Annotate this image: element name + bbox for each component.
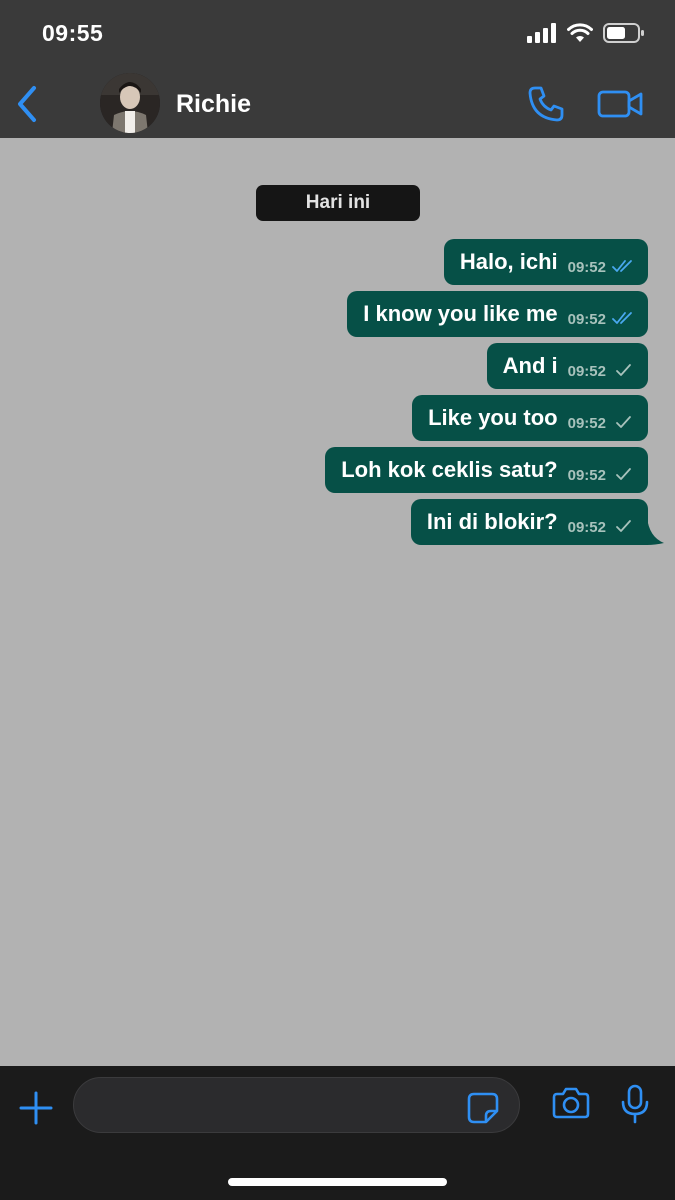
message-input[interactable]	[73, 1077, 520, 1133]
message-text: Loh kok ceklis satu?	[341, 457, 558, 482]
home-indicator[interactable]	[228, 1178, 447, 1186]
contact-name[interactable]: Richie	[176, 90, 251, 119]
chat-area[interactable]: Hari ini Halo, ichi 09:52 I know you lik…	[0, 138, 675, 1066]
attach-button[interactable]	[18, 1090, 54, 1126]
message-time: 09:52	[567, 362, 606, 380]
check-icon	[616, 364, 631, 376]
check-icon	[616, 416, 631, 428]
voice-call-button[interactable]	[526, 84, 566, 124]
message-text: Halo, ichi	[459, 249, 558, 274]
avatar-photo	[100, 73, 160, 133]
check-icon	[616, 520, 631, 532]
message-bubble[interactable]: And i 09:52	[486, 343, 648, 389]
signal-icon	[527, 23, 556, 43]
message-bubble[interactable]: Ini di blokir? 09:52	[410, 499, 664, 545]
status-bar: 09:55	[0, 0, 675, 70]
bubble-tail	[647, 517, 664, 545]
battery-icon	[603, 23, 644, 43]
message-bubble[interactable]: Like you too 09:52	[412, 395, 648, 441]
status-time: 09:55	[42, 20, 104, 46]
message-time: 09:52	[567, 258, 606, 276]
sticker-button[interactable]	[466, 1091, 500, 1125]
double-check-icon	[612, 260, 632, 272]
video-call-button[interactable]	[596, 86, 646, 122]
sticker-icon	[467, 1092, 499, 1124]
check-icon	[616, 468, 631, 480]
microphone-icon	[621, 1084, 649, 1124]
composer-bar	[0, 1066, 675, 1200]
chat-header: Richie	[0, 70, 675, 138]
phone-icon	[528, 86, 564, 122]
message-bubble[interactable]: Halo, ichi 09:52	[443, 239, 648, 285]
wifi-icon	[567, 23, 593, 42]
message-time: 09:52	[567, 414, 606, 432]
double-check-icon	[612, 312, 632, 324]
message-bubble[interactable]: Loh kok ceklis satu? 09:52	[325, 447, 648, 493]
camera-button[interactable]	[552, 1086, 590, 1120]
message-time: 09:52	[567, 518, 606, 536]
message-text: Ini di blokir?	[426, 509, 558, 534]
chevron-left-icon	[18, 86, 36, 122]
plus-icon	[19, 1091, 53, 1125]
message-text: I know you like me	[363, 301, 558, 326]
message-bubble[interactable]: I know you like me 09:52	[347, 291, 648, 337]
back-button[interactable]	[12, 84, 42, 124]
message-time: 09:52	[567, 310, 606, 328]
message-text: And i	[502, 353, 558, 378]
avatar[interactable]	[100, 73, 160, 133]
camera-icon	[552, 1087, 590, 1119]
video-camera-icon	[597, 90, 643, 118]
voice-message-button[interactable]	[620, 1084, 650, 1124]
status-icons	[527, 22, 645, 44]
date-separator: Hari ini	[256, 185, 420, 221]
message-time: 09:52	[567, 466, 606, 484]
message-text: Like you too	[428, 405, 558, 430]
